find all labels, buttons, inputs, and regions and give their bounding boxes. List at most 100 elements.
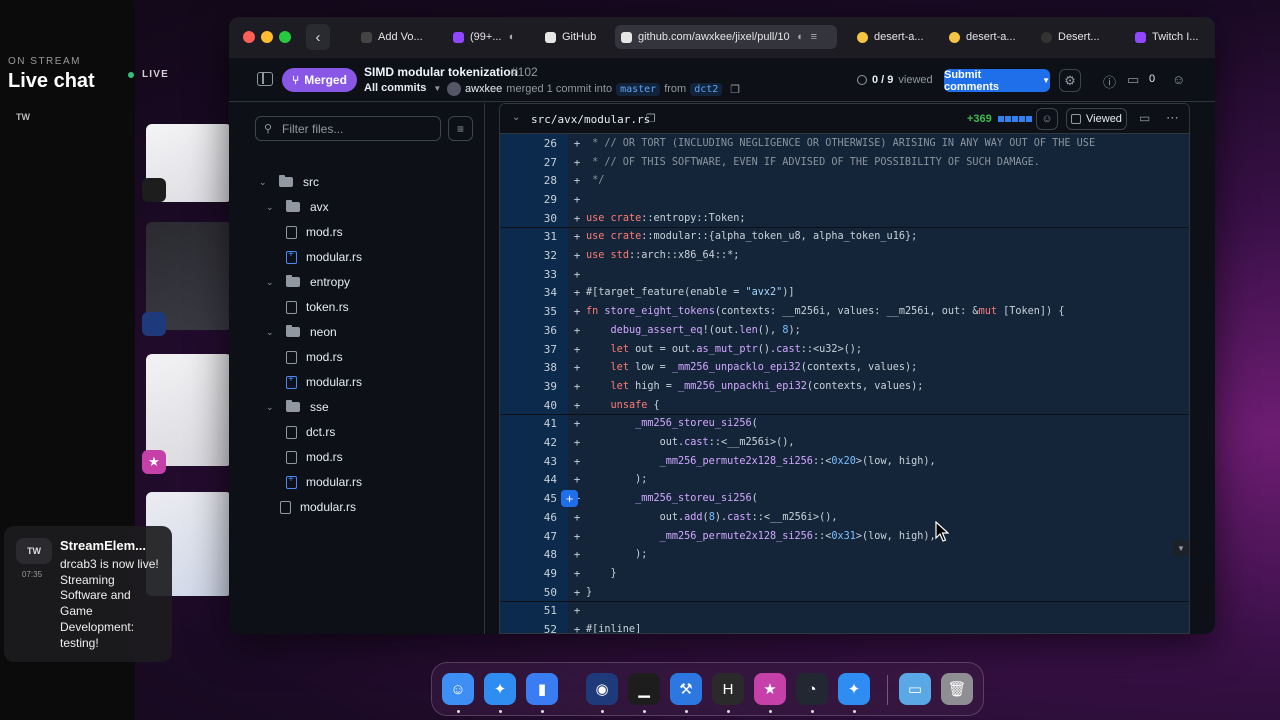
line-number[interactable]: 48	[500, 545, 568, 565]
line-number[interactable]: 45	[500, 489, 568, 508]
tree-folder[interactable]: ⌄ entropy	[266, 271, 350, 293]
activity-monitor-icon[interactable]: ▁	[628, 673, 660, 705]
chevron-down-icon[interactable]: ▼	[1173, 540, 1189, 556]
diff-line[interactable]: 29 +	[500, 190, 1189, 209]
diff-line[interactable]: 31 + use crate::modular::{alpha_token_u8, …	[500, 227, 1189, 247]
base-branch[interactable]: master	[616, 82, 661, 96]
diff-line[interactable]: 27 + * // OF THIS SOFTWARE, EVEN IF ADVIS…	[500, 152, 1189, 172]
tree-file[interactable]: modular.rs	[286, 371, 362, 393]
line-number[interactable]: 32	[500, 246, 568, 265]
filter-icon[interactable]: ≡	[448, 116, 473, 141]
diff-line[interactable]: 37 + let out = out.as_mut_ptr().cast::<u3…	[500, 339, 1189, 359]
tree-folder[interactable]: ⌄ sse	[266, 396, 329, 418]
tree-file[interactable]: modular.rs	[286, 246, 362, 268]
chevron-down-icon[interactable]: ⌄	[266, 402, 278, 413]
back-button[interactable]: ‹	[306, 24, 330, 50]
line-number[interactable]: 28	[500, 171, 568, 191]
chevron-down-icon[interactable]: ⌄	[266, 277, 278, 288]
diff-line[interactable]: 49 + }	[500, 564, 1189, 583]
tree-file[interactable]: mod.rs	[286, 221, 343, 243]
tree-folder[interactable]: ⌄ src	[259, 171, 319, 193]
diff-line[interactable]: 41 + _mm256_storeu_si256(	[500, 414, 1189, 434]
line-number[interactable]: 43	[500, 451, 568, 471]
diff-line[interactable]: 30 + use crate::entropy::Token;	[500, 208, 1189, 228]
submit-comments-button[interactable]: Submit comments ▼	[944, 69, 1050, 93]
chevron-down-icon[interactable]: ⌄	[259, 177, 271, 188]
diff-line[interactable]: 46 + out.add(8).cast::<__m256i>(),	[500, 508, 1189, 527]
close-window-button[interactable]	[243, 31, 255, 43]
tree-file[interactable]: modular.rs	[280, 496, 356, 518]
chevron-down-icon[interactable]: ⌄	[266, 202, 278, 213]
copy-icon[interactable]: ❐	[730, 83, 740, 96]
line-number[interactable]: 37	[500, 339, 568, 359]
line-number[interactable]: 39	[500, 377, 568, 396]
info-icon[interactable]: ⓘ	[1103, 72, 1116, 91]
line-number[interactable]: 35	[500, 302, 568, 321]
activity-monitor-icon[interactable]	[142, 178, 166, 202]
line-number[interactable]: 42	[500, 433, 568, 452]
avatar[interactable]	[447, 82, 461, 96]
finder-icon[interactable]: ☺	[442, 673, 474, 705]
line-number[interactable]: 47	[500, 526, 568, 546]
line-number[interactable]: 29	[500, 190, 568, 209]
filter-files-input[interactable]: ⚲ Filter files...	[255, 116, 441, 141]
diff-line[interactable]: 52 + #[inline]	[500, 620, 1189, 633]
browser-tab[interactable]: Add Vo...	[355, 25, 450, 49]
browser-tab[interactable]: GitHub	[539, 25, 609, 49]
diff-line[interactable]: 33 +	[500, 264, 1189, 284]
maximize-window-button[interactable]	[279, 31, 291, 43]
tree-folder[interactable]: ⌄ avx	[266, 196, 329, 218]
gear-icon[interactable]: ⚙	[1059, 69, 1081, 92]
diff-line[interactable]: 47 + _mm256_permute2x128_si256::<0x31>(lo…	[500, 526, 1189, 546]
browser-tab[interactable]: desert-a...	[851, 25, 931, 49]
line-number[interactable]: 51	[500, 601, 568, 621]
line-number[interactable]: 44	[500, 470, 568, 490]
diff-line[interactable]: 32 + use std::arch::x86_64::*;	[500, 246, 1189, 265]
h-app-icon[interactable]: H	[712, 673, 744, 705]
file-path[interactable]: src/avx/modular.rs	[531, 113, 650, 126]
diff-line[interactable]: 44 + );	[500, 470, 1189, 490]
speaker-icon[interactable]: ◖	[508, 31, 515, 43]
more-options-icon[interactable]: ⋯	[1166, 110, 1179, 126]
diff-line[interactable]: 34 + #[target_feature(enable = "avx2")]	[500, 283, 1189, 303]
tree-file[interactable]: mod.rs	[286, 346, 343, 368]
folder-icon[interactable]: ▭	[899, 673, 931, 705]
diff-line[interactable]: 38 + let low = _mm256_unpacklo_epi32(cont…	[500, 358, 1189, 378]
line-number[interactable]: 30	[500, 208, 568, 228]
pr-title[interactable]: SIMD modular tokenization	[364, 65, 518, 79]
line-number[interactable]: 27	[500, 152, 568, 172]
viewed-checkbox[interactable]: Viewed	[1066, 108, 1127, 130]
line-number[interactable]: 36	[500, 321, 568, 340]
copilot-icon[interactable]: ☺	[1172, 72, 1185, 87]
diff-line[interactable]: 48 + );	[500, 545, 1189, 565]
star-app-icon[interactable]: ★	[754, 673, 786, 705]
diff-line[interactable]: 26 + * // OR TORT (INCLUDING NEGLIGENCE O…	[500, 134, 1189, 153]
diff-line[interactable]: 45+ _mm256_storeu_si256(	[500, 489, 1189, 508]
line-number[interactable]: 41	[500, 414, 568, 434]
browser-tab[interactable]: (99+... ◖	[447, 25, 527, 49]
line-number[interactable]: 33	[500, 264, 568, 284]
line-number[interactable]: 34	[500, 283, 568, 303]
commits-dropdown[interactable]: All commits ▼	[364, 82, 441, 94]
line-number[interactable]: 49	[500, 564, 568, 583]
diff-line[interactable]: 50 +}	[500, 582, 1189, 602]
tree-file[interactable]: modular.rs	[286, 471, 362, 493]
line-number[interactable]: 40	[500, 395, 568, 415]
diff-line[interactable]: 35 + fn store_eight_tokens(contexts: __m25…	[500, 302, 1189, 321]
pr-author[interactable]: awxkee	[465, 83, 502, 95]
safari-icon[interactable]: ✦	[484, 673, 516, 705]
head-branch[interactable]: dct2	[690, 82, 723, 96]
tree-file[interactable]: mod.rs	[286, 446, 343, 468]
browser-tab[interactable]: Desert...	[1035, 25, 1109, 49]
tree-file[interactable]: token.rs	[286, 296, 349, 318]
tree-file[interactable]: dct.rs	[286, 421, 335, 443]
diff-line[interactable]: 42 + out.cast::<__m256i>(),	[500, 433, 1189, 452]
trash-icon[interactable]: 🗑	[941, 673, 973, 705]
chevron-down-icon[interactable]: ⌄	[512, 112, 520, 123]
chevron-down-icon[interactable]: ⌄	[266, 327, 278, 338]
browser-tab[interactable]: Twitch I...	[1129, 25, 1209, 49]
sidebar-toggle-icon[interactable]	[257, 72, 273, 86]
streamer-app-icon[interactable]	[142, 312, 166, 336]
xcode-icon[interactable]: ▮	[526, 673, 558, 705]
comment-icon[interactable]: ▭	[1127, 72, 1139, 88]
